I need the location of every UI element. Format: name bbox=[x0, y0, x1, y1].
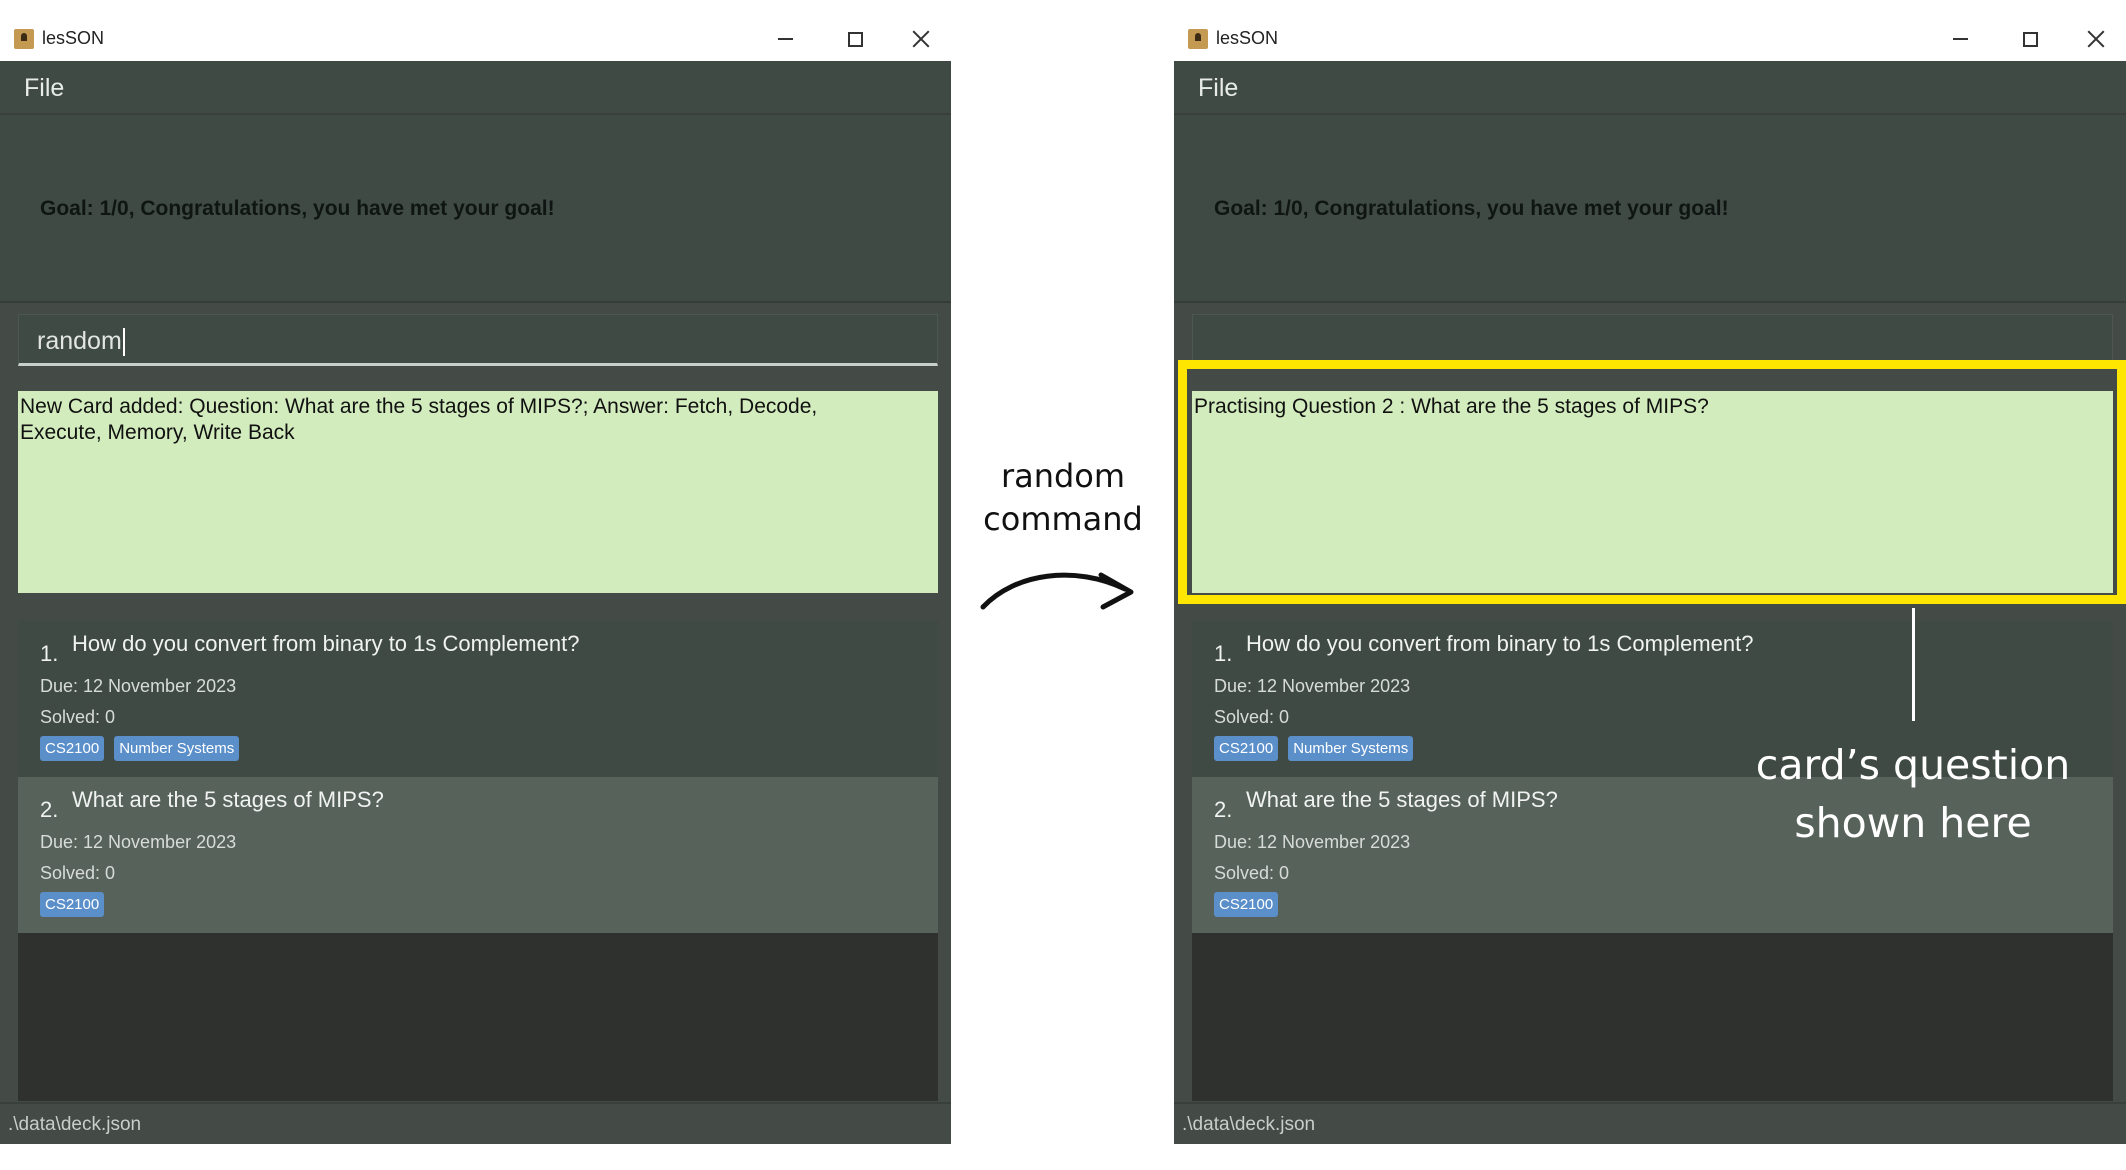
tag-badge: CS2100 bbox=[40, 892, 105, 917]
result-highlight-box bbox=[1178, 360, 2126, 604]
curved-arrow-icon bbox=[980, 572, 1134, 610]
callout-label-line2: shown here bbox=[1794, 799, 2032, 847]
card-tags: CS2100 bbox=[1214, 892, 1279, 917]
command-input[interactable] bbox=[1192, 314, 2113, 366]
card-index: 1. bbox=[1214, 641, 1233, 666]
menu-bar: File bbox=[0, 61, 951, 115]
card-solved-count: Solved: 0 bbox=[40, 863, 116, 883]
minimize-button[interactable] bbox=[1940, 23, 1980, 55]
title-bar: lesSON bbox=[1174, 17, 2126, 62]
card-index: 2. bbox=[1214, 797, 1233, 822]
tag-badge: Number Systems bbox=[1288, 736, 1414, 761]
card-question: What are the 5 stages of MIPS? bbox=[72, 787, 384, 812]
window-title: lesSON bbox=[1216, 28, 1279, 48]
arrow-label-line1: random bbox=[1000, 457, 1126, 495]
tag-badge: CS2100 bbox=[40, 736, 105, 761]
card-due-date: Due: 12 November 2023 bbox=[1214, 676, 1411, 696]
arrow-label-line2: command bbox=[983, 500, 1143, 538]
status-file-path: .\data\deck.json bbox=[1182, 1114, 1316, 1135]
card-index: 1. bbox=[40, 641, 59, 666]
card-due-date: Due: 12 November 2023 bbox=[1214, 832, 1411, 852]
status-bar: .\data\deck.json bbox=[0, 1102, 951, 1144]
card-index: 2. bbox=[40, 797, 59, 822]
callout-line bbox=[1912, 608, 1915, 721]
text-caret bbox=[122, 328, 125, 357]
card-solved-count: Solved: 0 bbox=[1214, 707, 1290, 727]
maximize-icon bbox=[2022, 31, 2038, 47]
maximize-icon bbox=[847, 31, 863, 47]
tag-badge: Number Systems bbox=[114, 736, 240, 761]
window-title: lesSON bbox=[42, 28, 105, 48]
menu-bar: File bbox=[1174, 61, 2126, 115]
callout-label-line1: card’s question bbox=[1755, 741, 2071, 789]
maximize-button[interactable] bbox=[835, 23, 875, 55]
close-button[interactable] bbox=[901, 23, 941, 55]
card-due-date: Due: 12 November 2023 bbox=[40, 676, 237, 696]
command-input-text: random bbox=[37, 327, 125, 357]
card-due-date: Due: 12 November 2023 bbox=[40, 832, 237, 852]
close-icon bbox=[912, 30, 930, 48]
goal-panel: Goal: 1/0, Congratulations, you have met… bbox=[1174, 115, 2126, 303]
tag-badge: CS2100 bbox=[1214, 892, 1279, 917]
close-button[interactable] bbox=[2076, 23, 2116, 55]
goal-panel: Goal: 1/0, Congratulations, you have met… bbox=[0, 115, 951, 303]
minimize-button[interactable] bbox=[765, 23, 805, 55]
card-question: What are the 5 stages of MIPS? bbox=[1246, 787, 1558, 812]
minimize-icon bbox=[777, 38, 793, 40]
app-icon bbox=[14, 29, 34, 49]
menu-file[interactable]: File bbox=[24, 74, 64, 103]
status-bar: .\data\deck.json bbox=[1174, 1102, 2126, 1144]
card-list[interactable]: 1. How do you convert from binary to 1s … bbox=[1192, 621, 2113, 1101]
minimize-icon bbox=[1952, 38, 1968, 40]
card-solved-count: Solved: 0 bbox=[40, 707, 116, 727]
command-input[interactable]: random bbox=[18, 314, 938, 366]
goal-text: Goal: 1/0, Congratulations, you have met… bbox=[1214, 197, 1729, 220]
card-list[interactable]: 1. How do you convert from binary to 1s … bbox=[18, 621, 938, 1101]
card-list-item-selected[interactable]: 2. What are the 5 stages of MIPS? Due: 1… bbox=[18, 777, 938, 933]
status-file-path: .\data\deck.json bbox=[8, 1114, 142, 1135]
card-list-item[interactable]: 1. How do you convert from binary to 1s … bbox=[18, 621, 938, 777]
close-icon bbox=[2087, 30, 2105, 48]
maximize-button[interactable] bbox=[2010, 23, 2050, 55]
card-tags: CS2100 bbox=[40, 892, 105, 917]
result-display: New Card added: Question: What are the 5… bbox=[18, 391, 938, 593]
title-bar: lesSON bbox=[0, 17, 951, 62]
arrow-label: random command bbox=[960, 455, 1166, 541]
card-tags: CS2100 Number Systems bbox=[40, 736, 240, 761]
app-window-before: lesSON File Goal: 1/0, Congratulations, … bbox=[0, 17, 951, 1144]
card-tags: CS2100 Number Systems bbox=[1214, 736, 1414, 761]
menu-file[interactable]: File bbox=[1198, 74, 1238, 103]
card-solved-count: Solved: 0 bbox=[1214, 863, 1290, 883]
goal-text: Goal: 1/0, Congratulations, you have met… bbox=[40, 197, 555, 220]
callout-label: card’s question shown here bbox=[1730, 736, 2096, 852]
card-question: How do you convert from binary to 1s Com… bbox=[1246, 631, 1754, 656]
app-icon bbox=[1188, 29, 1208, 49]
card-question: How do you convert from binary to 1s Com… bbox=[72, 631, 580, 656]
tag-badge: CS2100 bbox=[1214, 736, 1279, 761]
